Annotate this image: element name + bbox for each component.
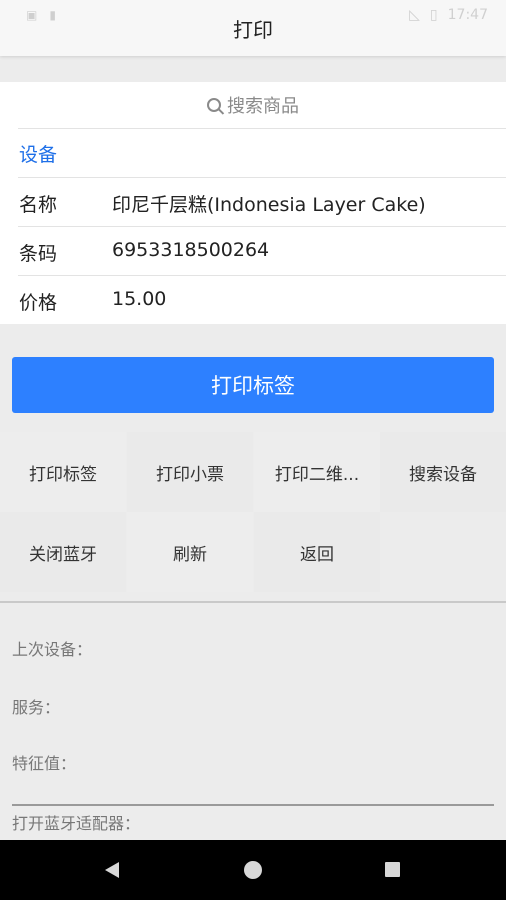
refresh-action[interactable]: 刷新	[127, 512, 253, 592]
system-nav-bar	[0, 840, 506, 900]
input-underline	[12, 804, 494, 806]
close-bluetooth-action[interactable]: 关闭蓝牙	[0, 512, 126, 592]
field-label: 价格	[19, 292, 58, 314]
field-label: 条码	[19, 243, 58, 265]
status-bar: ▣ ▮ ◺ ▯ 17:47 打印	[0, 0, 506, 56]
action-grid: 打印标签 打印小票 打印二维... 搜索设备 关闭蓝牙 刷新 返回	[0, 432, 506, 602]
field-label: 名称	[19, 194, 58, 216]
print-label-button[interactable]: 打印标签	[12, 357, 494, 413]
search-bar[interactable]: 搜索商品	[0, 82, 506, 128]
print-label-action[interactable]: 打印标签	[0, 432, 126, 512]
product-card: 搜索商品 设备 名称 印尼千层糕(Indonesia Layer Cake) 条…	[0, 82, 506, 324]
divider	[18, 128, 506, 129]
last-device-label: 上次设备：	[12, 640, 93, 659]
print-qrcode-action[interactable]: 打印二维...	[254, 432, 380, 512]
section-divider	[0, 601, 506, 603]
back-action[interactable]: 返回	[254, 512, 380, 592]
field-value: 6953318500264	[112, 239, 270, 261]
log-open-adapter: 打开蓝牙适配器：	[12, 814, 141, 833]
field-row-price: 价格 15.00	[0, 276, 506, 324]
field-value: 15.00	[112, 288, 167, 310]
device-link[interactable]: 设备	[19, 140, 57, 167]
search-device-action[interactable]: 搜索设备	[380, 432, 506, 512]
service-label: 服务：	[12, 698, 61, 717]
field-row-name: 名称 印尼千层糕(Indonesia Layer Cake)	[0, 178, 506, 226]
field-row-barcode: 条码 6953318500264	[0, 227, 506, 275]
field-value: 印尼千层糕(Indonesia Layer Cake)	[112, 194, 426, 216]
search-icon	[207, 98, 221, 112]
print-receipt-action[interactable]: 打印小票	[127, 432, 253, 512]
home-icon[interactable]	[244, 861, 262, 879]
search-placeholder: 搜索商品	[227, 96, 299, 117]
recents-icon[interactable]	[385, 862, 400, 877]
characteristic-label: 特征值：	[12, 754, 77, 773]
back-icon[interactable]	[105, 862, 119, 878]
page-title: 打印	[233, 18, 273, 42]
